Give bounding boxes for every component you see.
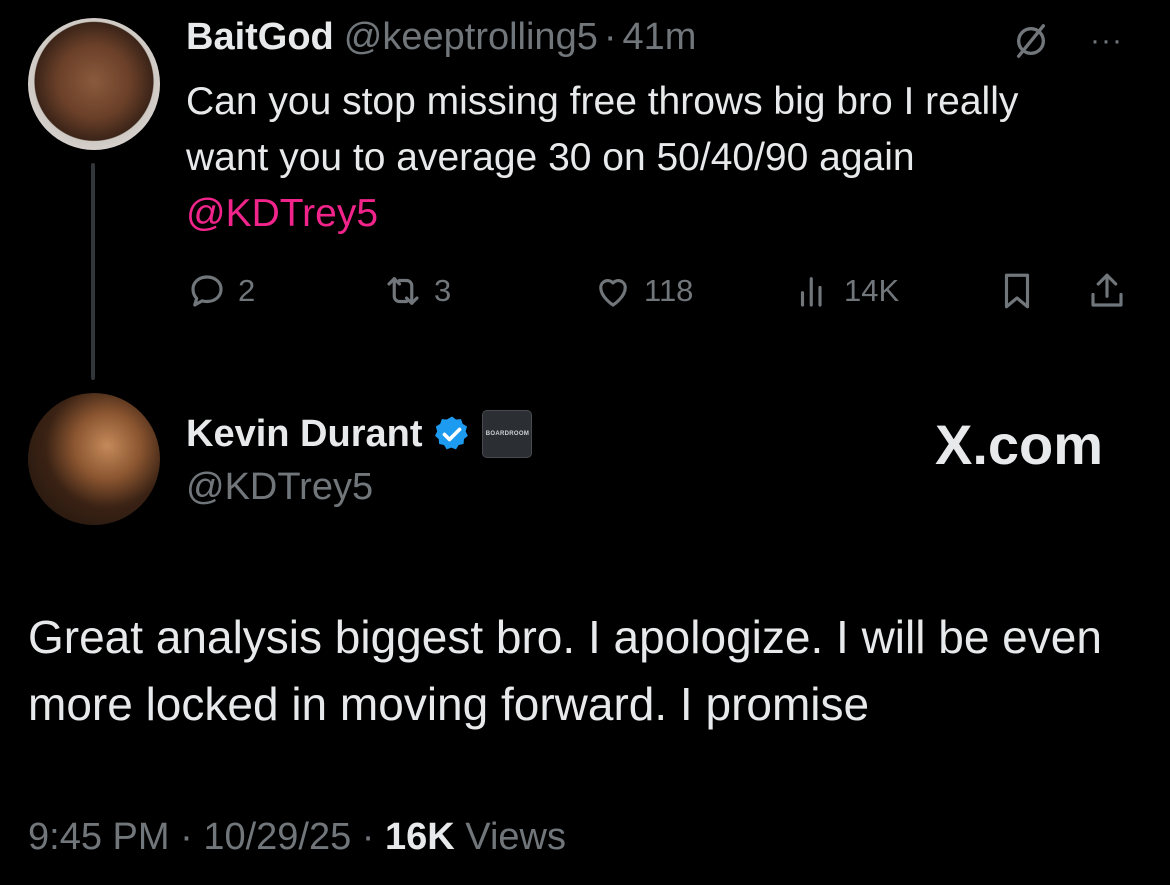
verified-icon: [435, 416, 469, 450]
views-button[interactable]: 14K: [792, 271, 899, 311]
views-count: 14K: [844, 273, 900, 308]
reply-count: 2: [238, 273, 256, 308]
footer-separator-1: ·: [180, 816, 193, 858]
reply-date[interactable]: 10/29/25: [203, 816, 351, 858]
reply-time[interactable]: 9:45 PM: [28, 816, 170, 858]
tweet-header: BaitGod @keeptrolling5 · 41m: [186, 16, 696, 59]
more-icon[interactable]: ···: [1090, 24, 1123, 58]
x-com-watermark: X.com: [935, 413, 1104, 476]
share-icon: [1091, 273, 1123, 307]
reply-author-handle[interactable]: @KDTrey5: [186, 466, 373, 509]
separator-dot: ·: [603, 16, 617, 58]
mention-link[interactable]: @KDTrey5: [186, 186, 1156, 242]
grok-icon[interactable]: [1012, 22, 1050, 60]
tweet-text-line-1: Can you stop missing free throws big bro…: [186, 80, 1019, 123]
like-count: 118: [644, 273, 694, 308]
reply-button[interactable]: 2: [186, 271, 255, 311]
author-name[interactable]: BaitGod: [186, 16, 334, 58]
share-button[interactable]: [1086, 271, 1128, 311]
reply-views-label: Views: [465, 816, 566, 858]
footer-separator-2: ·: [361, 816, 375, 858]
tweet-text-line-2: want you to average 30 on 50/40/90 again: [186, 136, 915, 179]
tweet-time[interactable]: 41m: [623, 16, 697, 58]
reply-footer: 9:45 PM · 10/29/25 · 16K Views: [28, 816, 566, 859]
repost-button[interactable]: 3: [382, 271, 451, 311]
like-icon: [599, 279, 627, 307]
reply-icon: [191, 275, 223, 307]
author-handle[interactable]: @keeptrolling5: [344, 16, 598, 58]
avatar-kevin-durant[interactable]: [28, 393, 160, 525]
reply-author-name[interactable]: Kevin Durant: [186, 413, 422, 456]
thread-connector-line: [91, 163, 95, 380]
reply-views-count: 16K: [385, 816, 455, 858]
reply-author-row: Kevin Durant BOARDROOM: [186, 410, 533, 458]
like-button[interactable]: 118: [592, 271, 693, 311]
repost-count: 3: [434, 273, 452, 308]
views-icon: [800, 277, 822, 307]
repost-icon: [387, 277, 419, 305]
bookmark-button[interactable]: [996, 271, 1038, 311]
affiliation-badge[interactable]: BOARDROOM: [482, 410, 533, 458]
tweet-text: Can you stop missing free throws big bro…: [186, 74, 1156, 242]
avatar-baitgod[interactable]: [28, 18, 160, 150]
bookmark-icon: [1004, 273, 1030, 309]
reply-text: Great analysis biggest bro. I apologize.…: [28, 611, 1102, 730]
